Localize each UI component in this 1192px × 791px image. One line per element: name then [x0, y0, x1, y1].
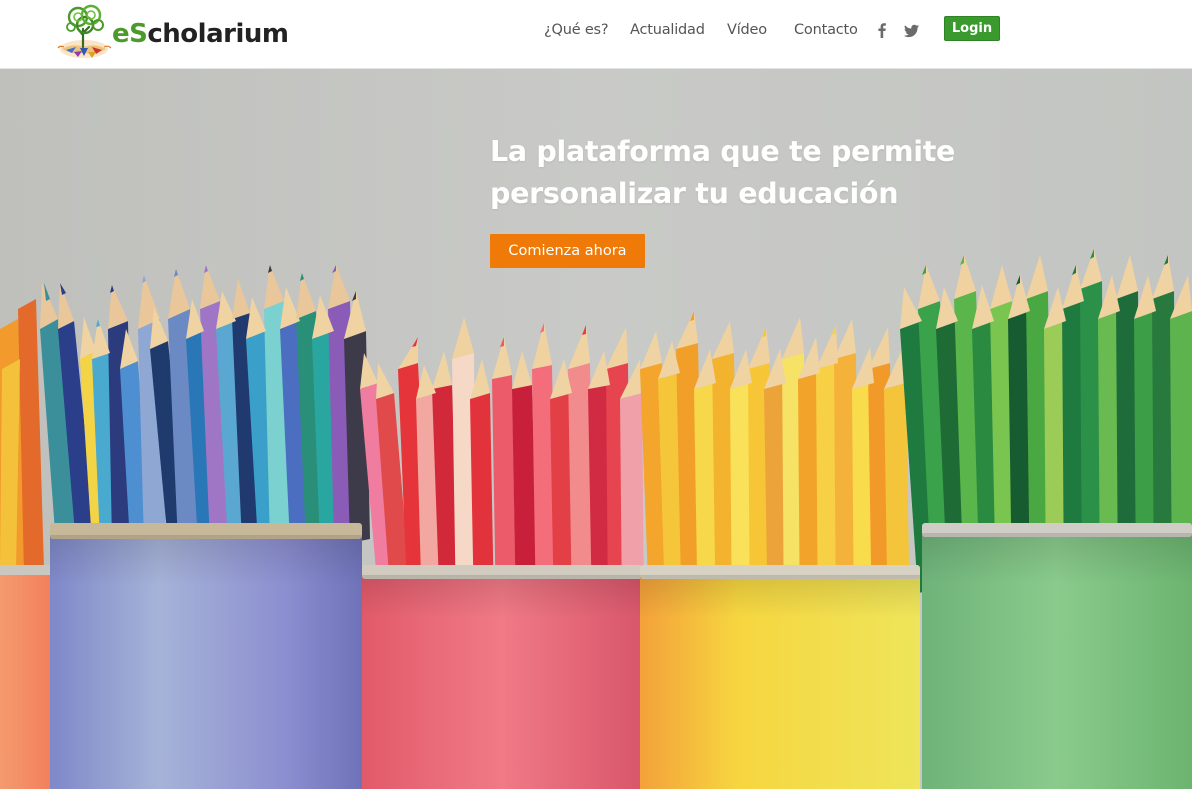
- twitter-icon[interactable]: [903, 21, 919, 39]
- nav-item-que-es[interactable]: ¿Qué es?: [544, 22, 609, 38]
- facebook-icon[interactable]: [874, 21, 890, 39]
- login-button[interactable]: Login: [944, 16, 1000, 41]
- hero-headline-line-2: personalizar tu educación: [490, 177, 899, 210]
- hero-headline-line-1: La plataforma que te permite: [490, 135, 956, 168]
- nav-item-actualidad[interactable]: Actualidad: [630, 22, 705, 38]
- hero-headline: La plataforma que te permite personaliza…: [490, 131, 1010, 215]
- nav-item-contacto[interactable]: Contacto: [794, 22, 858, 38]
- start-now-button[interactable]: Comienza ahora: [490, 234, 645, 268]
- main-nav: ¿Qué es? Actualidad Vídeo Contacto Login: [0, 0, 1192, 62]
- nav-item-video[interactable]: Vídeo: [727, 22, 767, 38]
- site-header: eScholarium ¿Qué es? Actualidad Vídeo Co…: [0, 0, 1192, 69]
- hero-banner: La plataforma que te permite personaliza…: [0, 69, 1192, 789]
